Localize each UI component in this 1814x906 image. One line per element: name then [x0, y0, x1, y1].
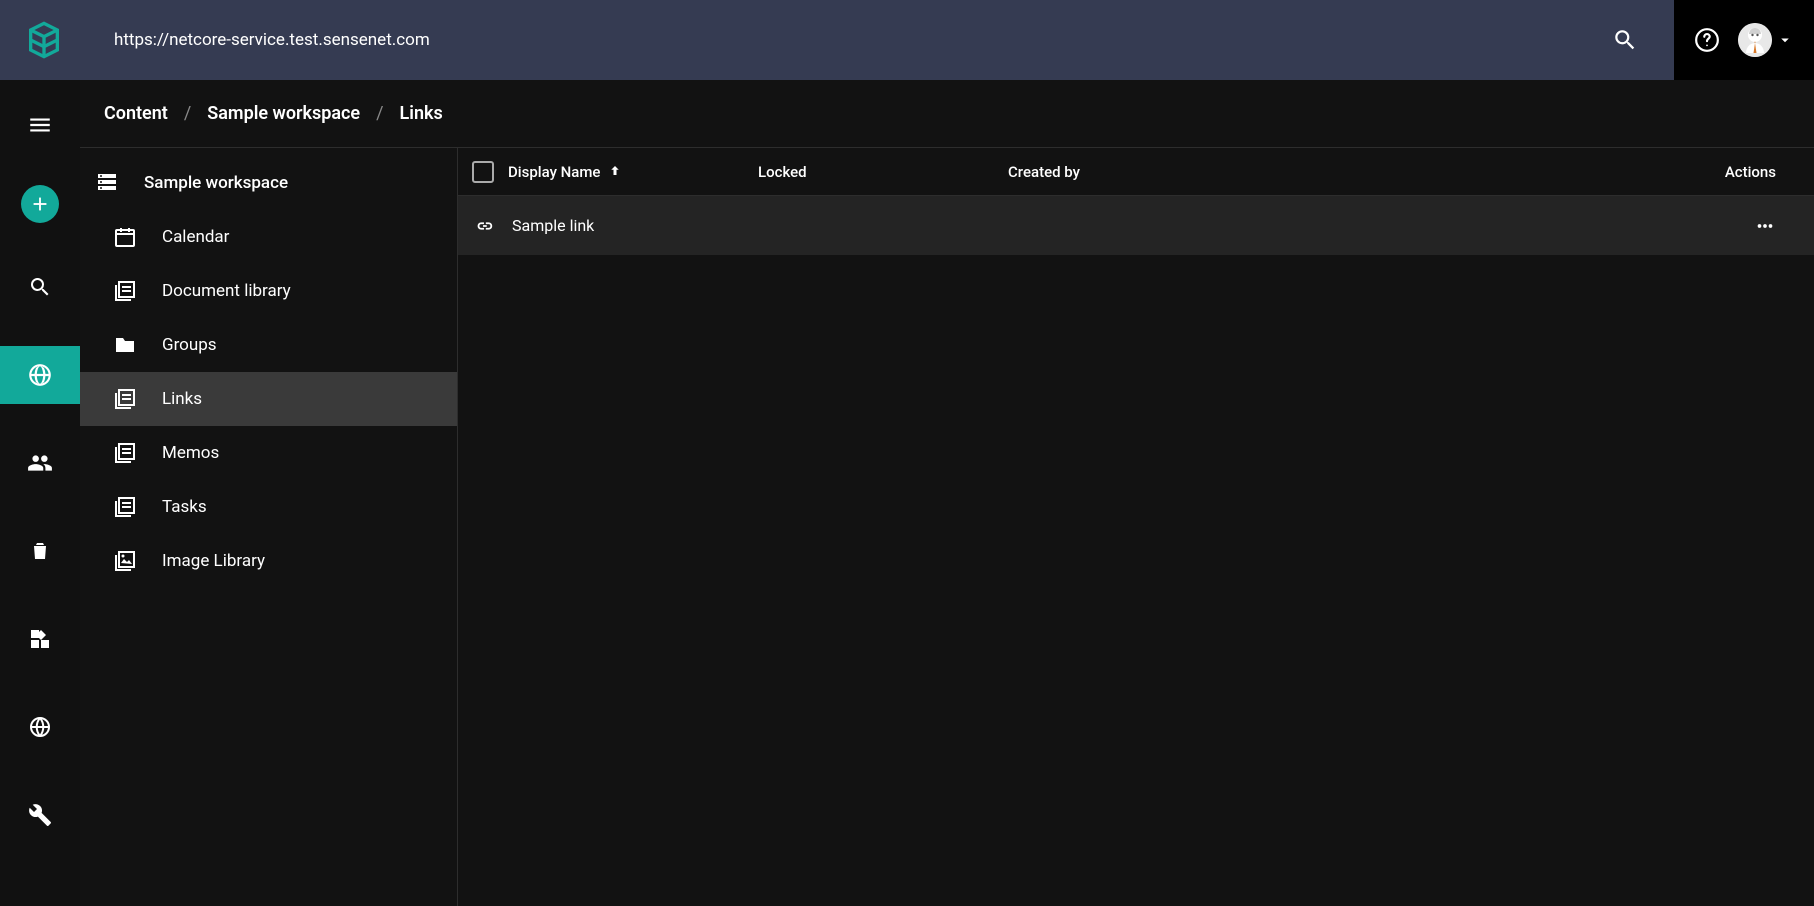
breadcrumb-item-content[interactable]: Content [104, 103, 168, 124]
tree-item-image-library[interactable]: Image Library [80, 534, 457, 588]
left-rail [0, 80, 80, 906]
tree-root-label: Sample workspace [144, 173, 288, 193]
chevron-down-icon [1776, 31, 1794, 49]
tree-item-tasks[interactable]: Tasks [80, 480, 457, 534]
tree-item-calendar[interactable]: Calendar [80, 210, 457, 264]
rail-users[interactable] [0, 434, 80, 492]
top-header: https://netcore-service.test.sensenet.co… [0, 0, 1814, 80]
tree-item-label: Document library [162, 281, 291, 301]
column-created-by[interactable]: Created by [1008, 163, 1680, 181]
library-icon [112, 440, 138, 466]
rail-widgets[interactable] [0, 610, 80, 668]
row-display-name: Sample link [512, 216, 762, 235]
content-area: Content / Sample workspace / Links Sampl… [80, 80, 1814, 906]
rail-search[interactable] [0, 258, 80, 316]
column-actions: Actions [1680, 163, 1800, 181]
menu-toggle[interactable] [0, 100, 80, 150]
tree-item-links[interactable]: Links [80, 372, 457, 426]
column-label: Display Name [508, 163, 600, 181]
calendar-icon [112, 224, 138, 250]
workspace-icon [94, 170, 120, 196]
rail-settings[interactable] [0, 786, 80, 844]
column-locked[interactable]: Locked [758, 163, 1008, 181]
app-logo[interactable] [24, 20, 64, 60]
tree-item-label: Calendar [162, 227, 229, 247]
tree-item-label: Memos [162, 443, 219, 463]
library-icon [112, 386, 138, 412]
more-horizontal-icon [1754, 215, 1776, 237]
tree-item-label: Image Library [162, 551, 265, 571]
tree-panel: Sample workspace Calendar Document libra… [80, 148, 458, 906]
repository-url[interactable]: https://netcore-service.test.sensenet.co… [114, 30, 430, 50]
select-all-checkbox[interactable] [472, 161, 494, 183]
tree-item-label: Groups [162, 335, 217, 355]
tree-item-groups[interactable]: Groups [80, 318, 457, 372]
library-icon [112, 278, 138, 304]
library-icon [112, 494, 138, 520]
image-library-icon [112, 548, 138, 574]
breadcrumb: Content / Sample workspace / Links [80, 80, 1814, 148]
breadcrumb-separator: / [184, 103, 191, 124]
add-button[interactable] [0, 180, 80, 228]
link-icon [472, 213, 498, 239]
header-search-button[interactable] [1600, 15, 1650, 65]
sort-arrow-up-icon [606, 163, 624, 181]
tree-item-label: Links [162, 389, 202, 409]
table-row[interactable]: Sample link [458, 196, 1814, 256]
user-menu[interactable] [1738, 23, 1794, 57]
column-display-name[interactable]: Display Name [508, 163, 758, 181]
content-table: Display Name Locked Created by Actions S… [458, 148, 1814, 906]
help-button[interactable] [1694, 27, 1720, 53]
table-header: Display Name Locked Created by Actions [458, 148, 1814, 196]
rail-localization[interactable] [0, 698, 80, 756]
lower-split: Sample workspace Calendar Document libra… [80, 148, 1814, 906]
rail-content[interactable] [0, 346, 80, 404]
tree-root[interactable]: Sample workspace [80, 156, 457, 210]
rail-trash[interactable] [0, 522, 80, 580]
folder-icon [112, 332, 138, 358]
app-body: Content / Sample workspace / Links Sampl… [0, 80, 1814, 906]
breadcrumb-item-links[interactable]: Links [400, 103, 443, 124]
tree-item-label: Tasks [162, 497, 207, 517]
breadcrumb-item-workspace[interactable]: Sample workspace [207, 103, 360, 124]
top-header-right [1674, 0, 1814, 80]
breadcrumb-separator: / [376, 103, 383, 124]
avatar-icon [1738, 23, 1772, 57]
tree-item-document-library[interactable]: Document library [80, 264, 457, 318]
plus-icon [21, 185, 59, 223]
top-header-left: https://netcore-service.test.sensenet.co… [0, 0, 1674, 80]
row-actions-button[interactable] [1680, 215, 1800, 237]
tree-item-memos[interactable]: Memos [80, 426, 457, 480]
